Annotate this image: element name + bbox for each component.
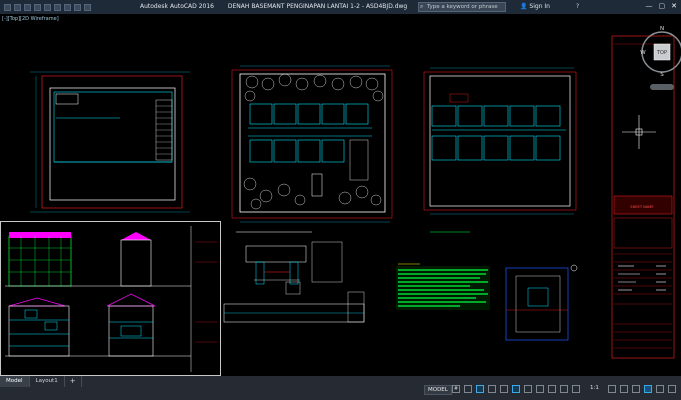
isolate-icon[interactable] [632,385,640,393]
snap-icon[interactable] [464,385,472,393]
close-icon[interactable]: ✕ [671,2,677,10]
viewport-label[interactable]: [-][Top][2D Wireframe] [2,16,59,22]
notes-block [396,263,490,310]
status-toggles: # [452,385,580,393]
status-right-icons [608,385,676,393]
save-icon[interactable] [34,3,41,11]
search-input[interactable]: ⌕ Type a keyword or phrase [418,2,506,12]
help-icon[interactable]: ? [576,3,579,10]
viewcube-north[interactable]: N [660,26,664,32]
annotation-icon[interactable] [560,385,568,393]
sign-in-label: Sign In [529,3,550,10]
share-icon[interactable] [84,3,91,11]
window-controls: — ▢ ✕ [646,2,678,10]
grid-icon[interactable]: # [452,385,460,393]
window-title: Autodesk AutoCAD 2016 DENAH BASEMANT PEN… [140,3,407,10]
viewcube-top-label[interactable]: TOP [656,50,667,56]
customize-icon[interactable] [668,385,676,393]
add-layout-button[interactable]: + [65,376,82,387]
clean-screen-icon[interactable] [656,385,664,393]
maximize-icon[interactable]: ▢ [659,2,666,10]
minimize-icon[interactable]: — [646,2,653,10]
hardware-acceleration-icon[interactable] [644,385,652,393]
layout-tabs: Model Layout1 + [0,376,82,387]
site-plan [505,264,578,341]
user-icon: 👤 [520,3,528,10]
selection-cycling-icon[interactable] [548,385,556,393]
sign-in-button[interactable]: 👤 Sign In [520,3,550,10]
document-name: DENAH BASEMANT PENGINAPAN LANTAI 1-2 - A… [227,3,408,10]
app-name: Autodesk AutoCAD 2016 [140,3,214,10]
status-bar: Model Layout1 + MODEL # 1:1 [0,376,681,400]
tab-layout1[interactable]: Layout1 [30,376,65,387]
new-icon[interactable] [14,3,21,11]
title-bar: Autodesk AutoCAD 2016 DENAH BASEMANT PEN… [0,0,681,14]
open-icon[interactable] [24,3,31,11]
sheet-name-text: SHEET NAME [630,205,654,209]
viewcube-south[interactable]: S [660,72,664,78]
viewcube[interactable]: TOP N W S [640,26,681,90]
drawing-canvas[interactable]: SHEET NAME TOP N W S [0,14,681,376]
ortho-icon[interactable] [476,385,484,393]
app-menu-icon[interactable] [4,3,11,11]
quick-access-toolbar [4,3,91,11]
upper-floor-plan [423,67,577,215]
search-icon: ⌕ [420,3,424,10]
osnap-icon[interactable] [500,385,508,393]
lineweight-icon[interactable] [524,385,532,393]
workspace-icon[interactable] [572,385,580,393]
otrack-icon[interactable] [512,385,520,393]
viewcube-west[interactable]: W [640,50,646,56]
model-space-button[interactable]: MODEL [424,385,452,395]
polar-icon[interactable] [488,385,496,393]
print-icon[interactable] [54,3,61,11]
undo-icon[interactable] [64,3,71,11]
elevation-svg [5,226,217,372]
redo-icon[interactable] [74,3,81,11]
search-placeholder: Type a keyword or phrase [427,4,498,10]
crosshair-cursor [622,115,656,149]
elevation-viewport[interactable] [0,221,221,376]
settings-icon[interactable] [608,385,616,393]
wcs-menu[interactable] [650,84,674,90]
basement-plan [30,71,190,213]
tab-model[interactable]: Model [0,376,30,387]
ground-floor-plan [231,65,393,223]
transparency-icon[interactable] [536,385,544,393]
plus-icon[interactable] [620,385,628,393]
saveas-icon[interactable] [44,3,51,11]
annotation-scale[interactable]: 1:1 [590,385,599,391]
